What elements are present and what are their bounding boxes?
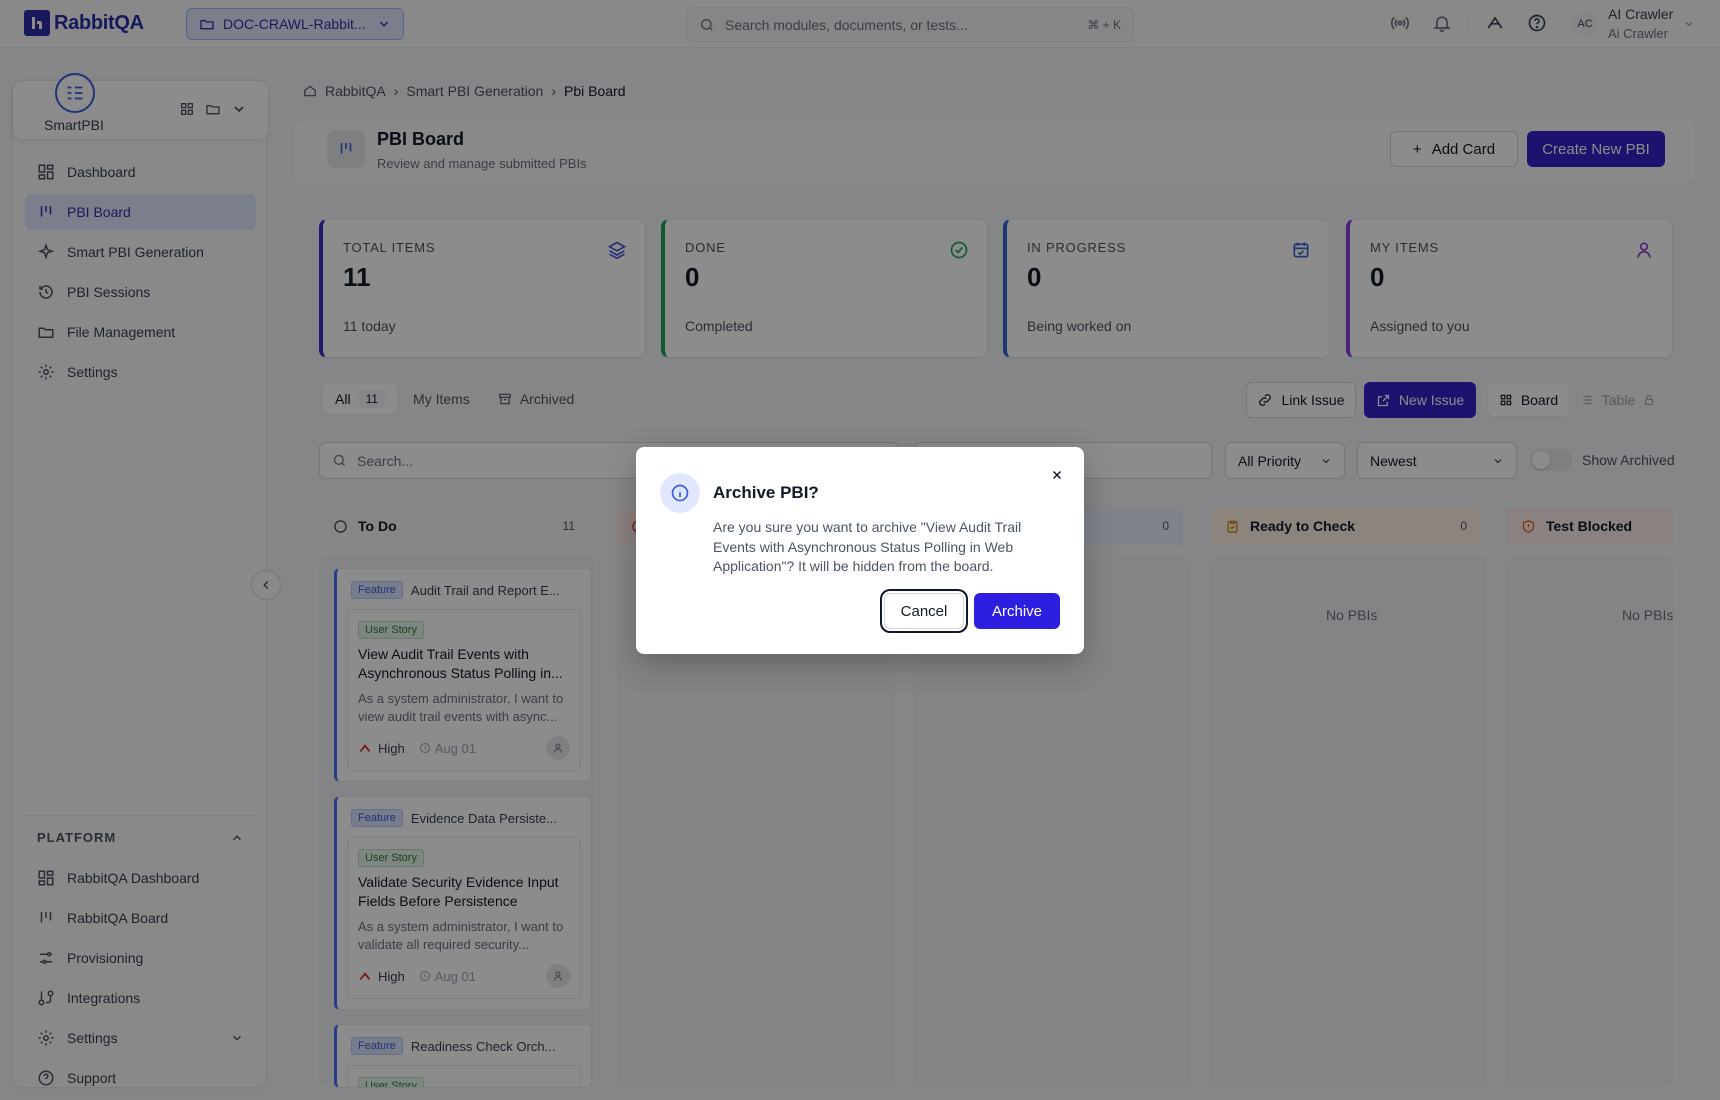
archive-button[interactable]: Archive	[974, 593, 1060, 629]
cancel-button[interactable]: Cancel	[884, 593, 964, 629]
close-icon[interactable]	[1046, 464, 1068, 486]
dialog-message: Are you sure you want to archive "View A…	[713, 519, 1022, 574]
info-icon	[660, 473, 700, 513]
dialog-title: Archive PBI?	[713, 483, 819, 502]
archive-pbi-dialog: Archive PBI? Are you sure you want to ar…	[636, 447, 1084, 654]
